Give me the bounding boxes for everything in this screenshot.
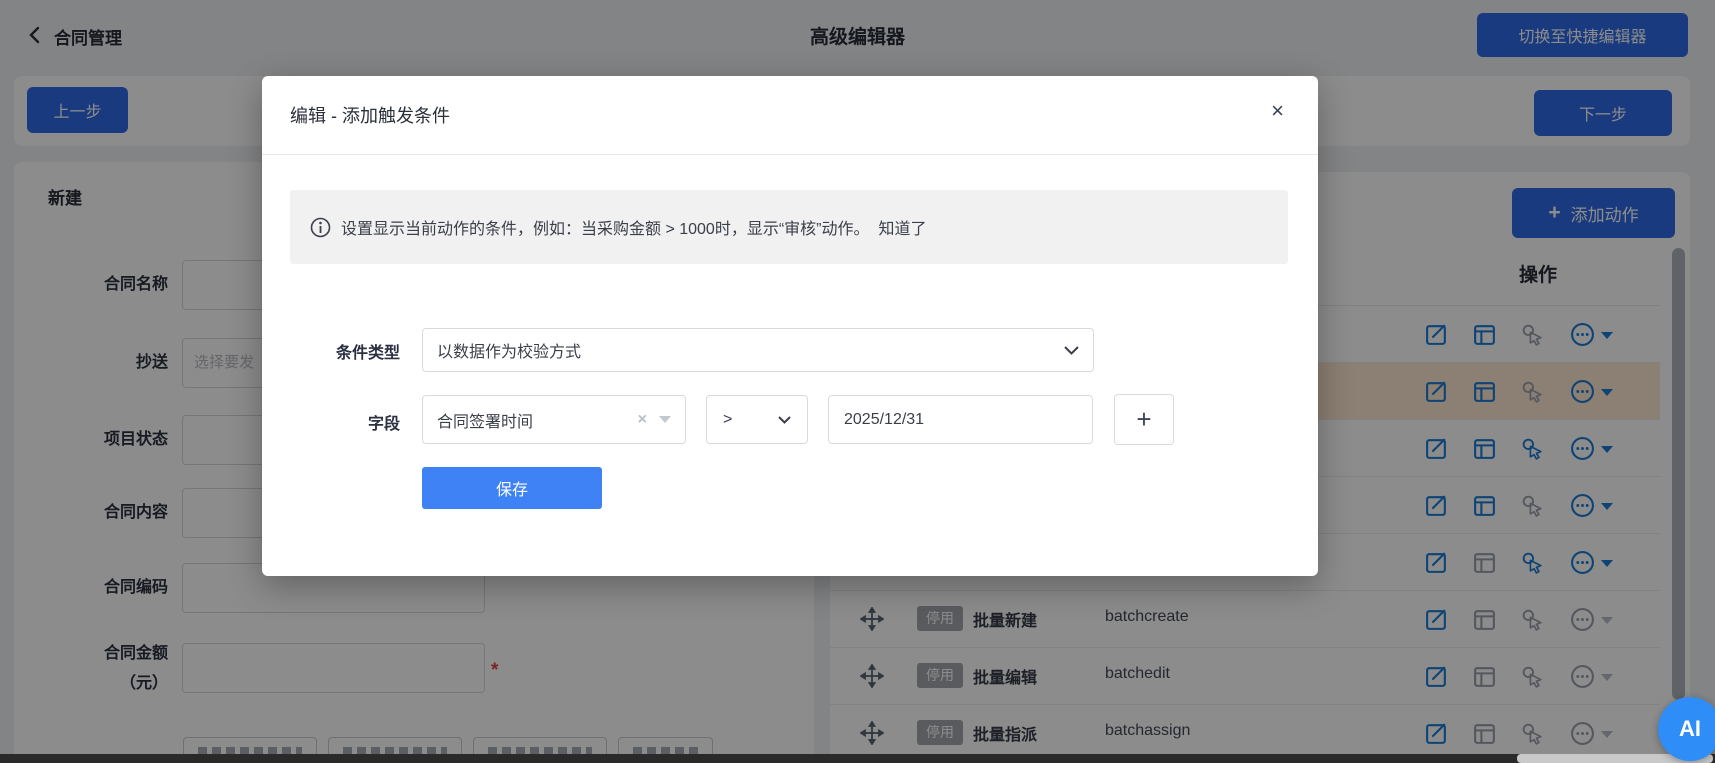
trigger-condition-modal: 编辑 - 添加触发条件 × 设置显示当前动作的条件，例如：当采购金额 > 100… bbox=[262, 76, 1318, 576]
field-select-label: 字段 bbox=[367, 416, 400, 433]
caret-down-icon bbox=[659, 416, 671, 423]
close-icon[interactable]: × bbox=[1271, 100, 1284, 122]
app-screen: 合同管理 高级编辑器 切换至快捷编辑器 上一步 下一步 新建 合同名称 抄送 选… bbox=[0, 0, 1715, 763]
condition-value-input[interactable]: 2025/12/31 bbox=[828, 395, 1093, 444]
clear-icon[interactable]: × bbox=[638, 411, 647, 429]
chevron-down-icon bbox=[1064, 345, 1079, 355]
divider bbox=[262, 154, 1318, 155]
operator-select[interactable]: > bbox=[706, 395, 808, 444]
add-condition-button[interactable]: + bbox=[1114, 394, 1174, 445]
condition-type-label: 条件类型 bbox=[335, 345, 400, 362]
save-button[interactable]: 保存 bbox=[422, 467, 602, 509]
info-text: 设置显示当前动作的条件，例如：当采购金额 > 1000时，显示“审核”动作。 bbox=[341, 221, 870, 238]
info-dismiss-link[interactable]: 知道了 bbox=[879, 215, 927, 239]
ai-assistant-button[interactable]: AI bbox=[1658, 697, 1715, 761]
modal-title: 编辑 - 添加触发条件 bbox=[290, 106, 450, 126]
condition-type-select[interactable]: 以数据作为校验方式 bbox=[422, 328, 1094, 372]
field-select[interactable]: 合同签署时间 × bbox=[422, 395, 686, 444]
info-icon bbox=[310, 217, 331, 237]
chevron-down-icon bbox=[778, 415, 791, 424]
info-banner: 设置显示当前动作的条件，例如：当采购金额 > 1000时，显示“审核”动作。 知… bbox=[290, 190, 1288, 264]
